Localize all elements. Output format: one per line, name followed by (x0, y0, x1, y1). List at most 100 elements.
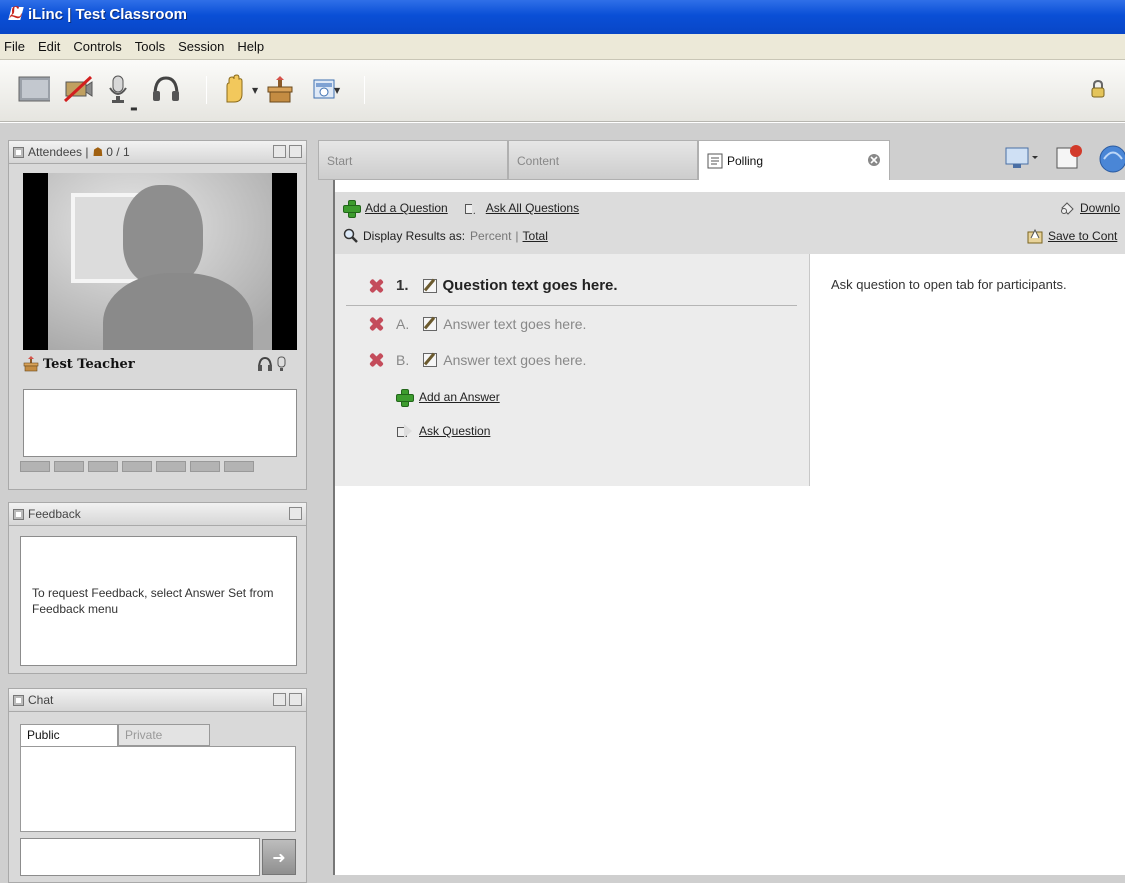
panel-minimize-icon[interactable] (273, 693, 286, 706)
teacher-desk-icon (23, 356, 39, 372)
answer-text[interactable]: Answer text goes here. (443, 316, 586, 332)
chat-tab-private[interactable]: Private (118, 724, 210, 746)
whiteboard-button[interactable] (18, 73, 50, 105)
microphone-button[interactable] (102, 73, 134, 105)
panel-minimize-icon[interactable] (273, 145, 286, 158)
edit-answer-icon[interactable] (423, 353, 438, 367)
display-results-label: Display Results as: (363, 229, 466, 243)
total-option[interactable]: Total (523, 229, 548, 243)
question-divider (346, 305, 797, 306)
panel-collapse-icon[interactable] (13, 146, 24, 158)
feedback-message: To request Feedback, select Answer Set f… (32, 586, 274, 616)
control-button-5[interactable] (156, 461, 186, 472)
control-button-2[interactable] (54, 461, 84, 472)
ask-all-icon (464, 200, 480, 216)
download-link[interactable]: Downlo (1080, 201, 1120, 215)
delete-answer-icon[interactable] (368, 352, 384, 368)
control-button-1[interactable] (20, 461, 50, 472)
tab-start[interactable]: Start (318, 140, 508, 180)
answer-letter: A. (396, 316, 410, 332)
chat-messages (20, 746, 296, 832)
panel-collapse-icon[interactable] (13, 694, 24, 706)
ask-question-link[interactable]: Ask Question (419, 424, 490, 438)
screen-icon (18, 76, 50, 102)
hand-icon (226, 74, 243, 103)
menu-controls[interactable]: Controls (73, 39, 121, 54)
chat-label: Chat (28, 693, 54, 707)
microphone-icon (109, 75, 127, 103)
control-button-3[interactable] (88, 461, 118, 472)
tab-polling[interactable]: Polling (698, 140, 890, 180)
question-info-text: Ask question to open tab for participant… (831, 277, 1067, 292)
menu-file[interactable]: File (4, 39, 25, 54)
answer-text[interactable]: Answer text goes here. (443, 352, 586, 368)
delete-answer-icon[interactable] (368, 316, 384, 332)
magnifier-icon (343, 228, 358, 243)
tab-polling-label: Polling (727, 154, 764, 168)
menu-help[interactable]: Help (237, 39, 264, 54)
percent-option[interactable]: Percent (470, 229, 511, 243)
add-content-button[interactable] (1054, 142, 1084, 175)
save-to-content-icon (1027, 228, 1043, 244)
panel-maximize-icon[interactable] (289, 693, 302, 706)
question-row: 1. Question text goes here. (368, 277, 618, 294)
web-browser-button[interactable] (1098, 144, 1125, 177)
save-to-content-link[interactable]: Save to Cont (1048, 229, 1117, 243)
raise-hand-button[interactable] (218, 73, 250, 105)
panel-collapse-icon[interactable] (13, 508, 24, 520)
attendees-panel-header: Attendees | ☗ 0 / 1 (8, 140, 307, 164)
answer-letter: B. (396, 352, 410, 368)
chat-tab-public[interactable]: Public (20, 724, 118, 747)
tab-bar: Start Content Polling (316, 138, 1125, 180)
toolbar: ▬ ▼ ▼ (0, 60, 1125, 122)
tab-content[interactable]: Content (508, 140, 698, 180)
menu-edit[interactable]: Edit (38, 39, 60, 54)
ask-all-questions-link[interactable]: Ask All Questions (486, 201, 579, 215)
title-bar: iLinc | Test Classroom (0, 0, 1125, 34)
question-text[interactable]: Question text goes here. (443, 277, 618, 294)
attendee-details-box (23, 389, 297, 457)
close-tab-icon[interactable] (867, 153, 881, 170)
hand-dropdown-icon[interactable]: ▼ (252, 86, 258, 95)
attendee-person-icon: ☗ (92, 145, 104, 159)
results-separator: | (515, 229, 519, 243)
attendee-controls (20, 461, 254, 472)
edit-answer-icon[interactable] (423, 317, 438, 331)
teacher-desk-button[interactable] (264, 73, 296, 105)
attendee-row[interactable]: Test Teacher (23, 353, 297, 375)
desk-icon (267, 76, 293, 103)
download-icon (1061, 202, 1074, 215)
chat-panel-header: Chat (8, 688, 307, 712)
video-off-button[interactable] (62, 73, 94, 105)
headphones-button[interactable] (150, 73, 182, 105)
control-button-7[interactable] (224, 461, 254, 472)
chat-input[interactable] (20, 838, 260, 876)
lock-button[interactable] (1082, 73, 1114, 105)
feedback-panel-header: Feedback (8, 502, 307, 526)
menu-bar: File Edit Controls Tools Session Help (0, 34, 1125, 60)
add-answer-link[interactable]: Add an Answer (419, 390, 500, 404)
question-number: 1. (396, 277, 409, 294)
globe-icon (1099, 145, 1125, 173)
add-question-link[interactable]: Add a Question (365, 201, 448, 215)
control-button-6[interactable] (190, 461, 220, 472)
arrow-right-icon: ➜ (272, 847, 286, 867)
layout-dropdown-icon[interactable]: ▼ (334, 86, 340, 95)
window-title: iLinc | Test Classroom (28, 6, 187, 23)
panel-maximize-icon[interactable] (289, 145, 302, 158)
attendees-count: 0 / 1 (106, 145, 130, 159)
video-feed (23, 173, 297, 350)
audio-status-icon (258, 356, 286, 371)
edit-question-icon[interactable] (422, 278, 437, 293)
display-options-button[interactable] (1004, 144, 1040, 177)
monitor-icon (1005, 147, 1038, 168)
menu-session[interactable]: Session (178, 39, 224, 54)
answer-row: A. Answer text goes here. (368, 316, 586, 332)
panel-minimize-icon[interactable] (289, 507, 302, 520)
add-answer-icon (396, 389, 414, 407)
delete-question-icon[interactable] (368, 278, 384, 294)
control-button-4[interactable] (122, 461, 152, 472)
send-button[interactable]: ➜ (262, 839, 296, 875)
menu-tools[interactable]: Tools (135, 39, 165, 54)
content-add-icon (1056, 145, 1082, 169)
